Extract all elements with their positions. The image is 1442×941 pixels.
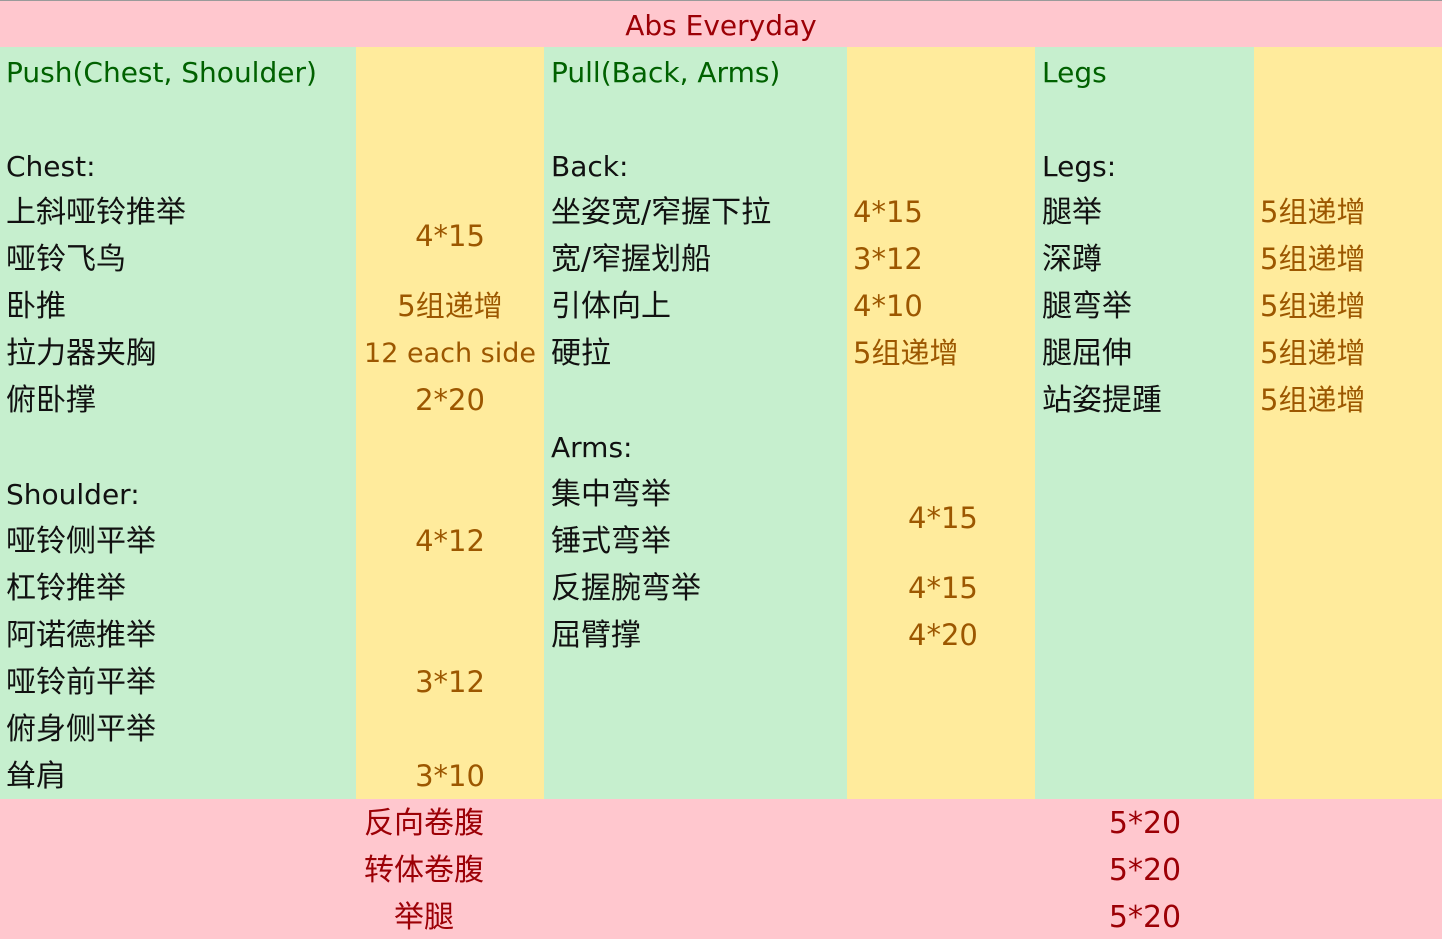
push-value: 3*10 — [415, 759, 485, 793]
push-value: 12 each side — [364, 338, 536, 369]
abs-value: 5*20 — [1108, 900, 1182, 935]
top-border — [0, 0, 1442, 1]
legs-exercise: 腿举 — [1042, 195, 1102, 230]
push-exercise: 拉力器夹胸 — [6, 336, 156, 371]
push-exercise: 卧推 — [6, 289, 66, 324]
pull-value: 4*20 — [908, 618, 978, 652]
abs-exercise: 反向卷腹 — [364, 806, 484, 841]
pull-exercise: 集中弯举 — [551, 477, 671, 512]
legs-value: 5组递增 — [1260, 242, 1366, 276]
chest-heading: Chest: — [6, 150, 96, 183]
pull-value: 4*15 — [908, 571, 978, 605]
push-exercise: 哑铃侧平举 — [6, 524, 156, 559]
legs-value: 5组递增 — [1260, 383, 1366, 417]
legs-value: 5组递增 — [1260, 289, 1366, 323]
abs-band — [0, 799, 1442, 939]
pull-exercise: 硬拉 — [551, 336, 611, 371]
pull-value: 3*12 — [853, 242, 923, 276]
pull-header: Pull(Back, Arms) — [551, 56, 781, 89]
push-exercise: 阿诺德推举 — [6, 618, 156, 653]
push-exercise: 俯卧撑 — [6, 383, 96, 418]
push-exercise: 哑铃前平举 — [6, 665, 156, 700]
push-value: 4*15 — [415, 219, 485, 253]
arms-heading: Arms: — [551, 431, 633, 464]
pull-value: 4*15 — [853, 195, 923, 229]
push-exercise: 上斜哑铃推举 — [6, 195, 186, 230]
push-value: 5组递增 — [397, 289, 503, 323]
pull-exercise: 宽/窄握划船 — [551, 242, 712, 277]
abs-exercise: 举腿 — [394, 900, 454, 935]
pull-value: 5组递增 — [853, 336, 959, 370]
legs-header: Legs — [1042, 56, 1107, 89]
pull-exercise: 反握腕弯举 — [551, 571, 701, 606]
back-heading: Back: — [551, 150, 629, 183]
legs-exercise: 站姿提踵 — [1042, 383, 1162, 418]
push-exercise: 哑铃飞鸟 — [6, 242, 126, 277]
pull-value: 4*15 — [908, 501, 978, 535]
push-exercise: 俯身侧平举 — [6, 712, 156, 747]
shoulder-heading: Shoulder: — [6, 478, 140, 511]
push-value: 3*12 — [415, 665, 485, 699]
push-exercise: 杠铃推举 — [6, 571, 126, 606]
pull-exercise: 坐姿宽/窄握下拉 — [551, 195, 772, 230]
abs-value: 5*20 — [1108, 806, 1182, 841]
push-exercise: 耸肩 — [6, 759, 66, 794]
push-header: Push(Chest, Shoulder) — [6, 56, 317, 89]
abs-value: 5*20 — [1108, 853, 1182, 888]
legs-exercise: 腿屈伸 — [1042, 336, 1132, 371]
push-value: 4*12 — [415, 524, 485, 558]
abs-exercise: 转体卷腹 — [364, 853, 484, 888]
pull-exercise: 锤式弯举 — [551, 524, 671, 559]
push-value: 2*20 — [415, 383, 485, 417]
legs-value: 5组递增 — [1260, 195, 1366, 229]
pull-exercise: 屈臂撑 — [551, 618, 641, 653]
pull-value: 4*10 — [853, 289, 923, 323]
pull-value-column — [847, 47, 1035, 799]
legs-value: 5组递增 — [1260, 336, 1366, 370]
legs-exercise: 深蹲 — [1042, 242, 1102, 277]
legs-exercise: 腿弯举 — [1042, 289, 1132, 324]
legs-heading: Legs: — [1042, 150, 1117, 183]
pull-exercise: 引体向上 — [551, 289, 671, 324]
page-title: Abs Everyday — [625, 9, 817, 42]
